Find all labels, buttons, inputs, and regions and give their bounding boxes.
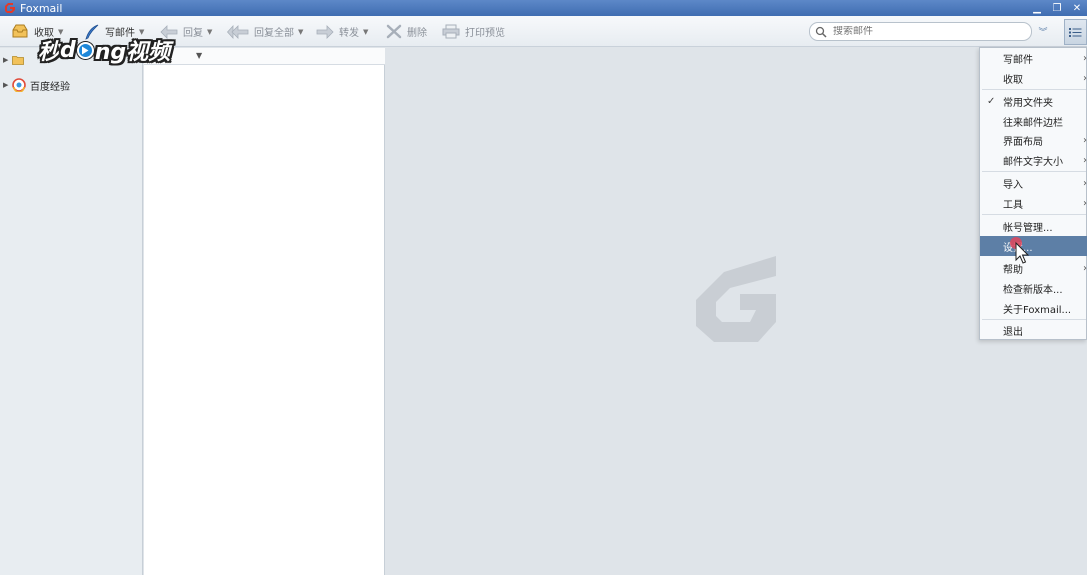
watermark-text: ng视频 [94, 40, 171, 65]
account-name: 百度经验 [30, 81, 70, 93]
menu-item-compose[interactable]: 写邮件 › [980, 48, 1087, 68]
chevron-right-icon: › [1083, 134, 1087, 146]
menu-item-label: 导入 [1003, 179, 1023, 191]
title-bar: Foxmail ▁ ❐ ✕ [0, 0, 1087, 16]
menu-item-text-size[interactable]: 邮件文字大小 › [980, 150, 1087, 170]
menu-item-import[interactable]: 导入 › [980, 173, 1087, 193]
mail-list-header: ▼ [144, 48, 385, 65]
menu-separator [982, 171, 1086, 172]
menu-item-label: 帐号管理... [1003, 222, 1053, 234]
menu-item-settings[interactable]: 设置... [980, 236, 1087, 256]
menu-item-exit[interactable]: 退出 [980, 320, 1087, 340]
menu-item-common-folders[interactable]: ✓ 常用文件夹 [980, 91, 1087, 111]
forward-arrow-icon [316, 24, 334, 39]
menu-item-label: 关于Foxmail... [1003, 304, 1072, 316]
print-preview-label: 打印预览 [465, 28, 505, 39]
window-title: Foxmail [20, 1, 63, 15]
magnifier-icon [815, 26, 827, 38]
delete-button[interactable]: 删除 [386, 21, 427, 42]
reply-all-button[interactable]: 回复全部 ▼ [227, 21, 303, 42]
close-icon[interactable]: ✕ [1067, 0, 1087, 16]
menu-item-check-updates[interactable]: 检查新版本... [980, 278, 1087, 298]
chevron-down-icon[interactable]: ▼ [363, 28, 368, 36]
printer-icon [442, 24, 460, 39]
main-menu-dropdown: 写邮件 › 收取 › ✓ 常用文件夹 往来邮件边栏 界面布局 › 邮件文字大小 … [979, 47, 1087, 340]
menu-separator [982, 89, 1086, 90]
video-watermark: 秒 d ng视频 [38, 34, 170, 66]
reply-all-arrow-icon [227, 24, 249, 39]
reply-all-label: 回复全部 [254, 28, 294, 39]
forward-label: 转发 [339, 28, 359, 39]
menu-item-layout[interactable]: 界面布局 › [980, 130, 1087, 150]
menu-item-tools[interactable]: 工具 › [980, 193, 1087, 213]
account-baidu-jingyan[interactable]: ▶ 百度经验 [0, 76, 143, 94]
restore-icon[interactable]: ❐ [1047, 0, 1067, 16]
search-box[interactable] [809, 22, 1032, 41]
sort-chevron-down-icon[interactable]: ▼ [196, 51, 202, 60]
menu-item-correspondence-sidebar[interactable]: 往来邮件边栏 [980, 111, 1087, 131]
minimize-icon[interactable]: ▁ [1027, 0, 1047, 16]
chevron-right-icon: › [1083, 52, 1087, 64]
menu-item-about[interactable]: 关于Foxmail... [980, 298, 1087, 318]
folder-pane: ▶ ▶ 百度经验 [0, 48, 143, 575]
menu-item-account-management[interactable]: 帐号管理... [980, 216, 1087, 236]
chevron-down-icon[interactable]: ▼ [207, 28, 212, 36]
menu-item-help[interactable]: 帮助 › [980, 258, 1087, 278]
delete-x-icon [386, 24, 402, 39]
checkmark-icon: ✓ [987, 95, 996, 107]
chevron-down-icon[interactable]: ▼ [298, 28, 303, 36]
mouse-cursor-icon [1010, 237, 1030, 264]
menu-item-label: 写邮件 [1003, 54, 1033, 66]
reply-label: 回复 [183, 28, 203, 39]
chevron-right-icon: › [1083, 197, 1087, 209]
watermark-text: 秒 [38, 40, 61, 65]
window-controls: ▁ ❐ ✕ [1027, 0, 1087, 16]
expand-arrow-icon[interactable]: ▶ [3, 56, 9, 64]
menu-item-label: 检查新版本... [1003, 284, 1063, 296]
mail-list-pane: ▼ [144, 48, 385, 575]
search-input[interactable] [833, 26, 1013, 37]
main-menu-button[interactable] [1064, 19, 1087, 45]
folder-icon [12, 56, 24, 65]
menu-item-label: 往来邮件边栏 [1003, 117, 1063, 129]
menu-item-label: 收取 [1003, 74, 1023, 86]
list-menu-icon [1069, 27, 1082, 37]
chevron-right-icon: › [1083, 154, 1087, 166]
inbox-tray-icon [12, 24, 28, 38]
print-preview-button[interactable]: 打印预览 [442, 21, 505, 42]
chevron-right-icon: › [1083, 262, 1087, 274]
expand-arrow-icon[interactable]: ▶ [3, 81, 9, 89]
menu-item-label: 常用文件夹 [1003, 97, 1053, 109]
menu-item-receive[interactable]: 收取 › [980, 68, 1087, 88]
chevron-right-icon: › [1083, 177, 1087, 189]
watermark-text: d [60, 37, 76, 63]
forward-button[interactable]: 转发 ▼ [316, 21, 368, 42]
menu-item-label: 界面布局 [1003, 136, 1043, 148]
menu-separator [982, 214, 1086, 215]
account-avatar-icon [12, 78, 26, 92]
search-options-chevron-icon[interactable]: ︾ [1032, 22, 1054, 41]
menu-item-label: 退出 [1003, 326, 1023, 338]
menu-item-label: 工具 [1003, 199, 1023, 211]
foxmail-logo-icon [5, 3, 15, 13]
foxmail-watermark-logo-icon [696, 256, 776, 342]
menu-item-label: 邮件文字大小 [1003, 156, 1063, 168]
chevron-right-icon: › [1083, 72, 1087, 84]
delete-label: 删除 [407, 28, 427, 39]
play-icon [76, 41, 94, 59]
